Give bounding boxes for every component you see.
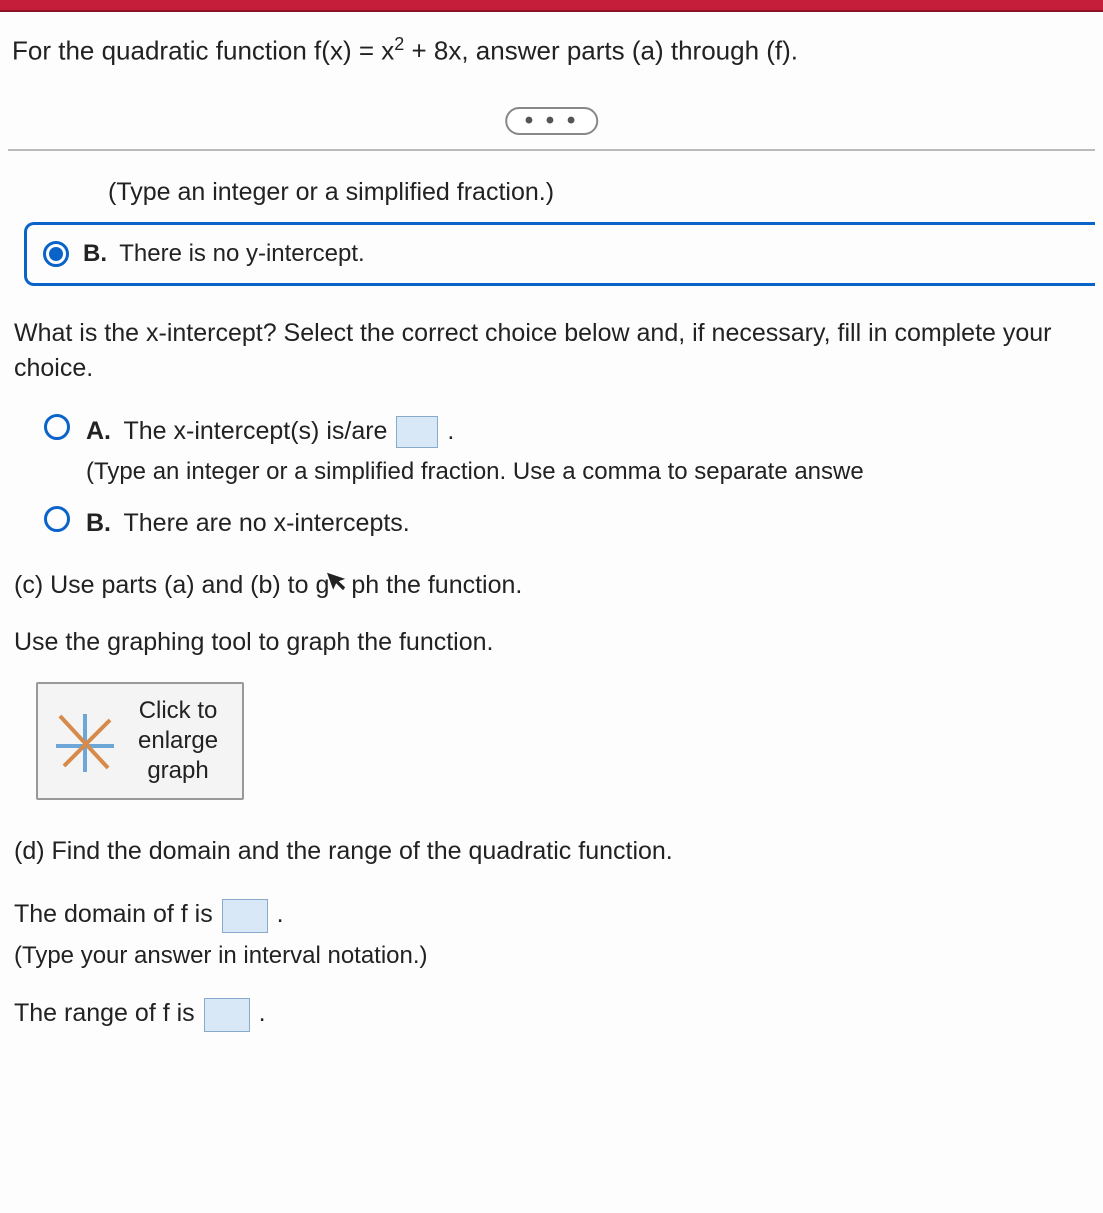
choice-b-text: There is no y-intercept. [119, 240, 364, 267]
graph-btn-line3: graph [138, 756, 218, 786]
question-stem: For the quadratic function f(x) = x2 + 8… [8, 32, 1095, 69]
xint-b-label: B. [86, 509, 111, 537]
range-input[interactable] [204, 998, 250, 1032]
x-intercept-question: What is the x-intercept? Select the corr… [8, 316, 1095, 386]
xint-b-text: There are no x-intercepts. [124, 509, 410, 537]
range-before: The range of f is [14, 999, 202, 1027]
stem-exponent: 2 [394, 34, 404, 54]
interval-hint: (Type your answer in interval notation.) [8, 939, 1095, 973]
graph-instruction: Use the graphing tool to graph the funct… [8, 625, 1095, 660]
xint-choice-b-body: B. There are no x-intercepts. [86, 506, 1095, 541]
question-content: For the quadratic function f(x) = x2 + 8… [0, 12, 1103, 1040]
choice-b-label: B. [83, 240, 107, 267]
xint-a-input[interactable] [396, 416, 438, 448]
xint-choice-a-body: A. The x-intercept(s) is/are . (Type an … [86, 414, 1095, 489]
xint-a-hint: (Type an integer or a simplified fractio… [86, 455, 1095, 489]
range-after: . [259, 999, 266, 1027]
domain-before: The domain of f is [14, 900, 220, 928]
domain-after: . [277, 900, 284, 928]
xint-choice-b[interactable]: B. There are no x-intercepts. [8, 506, 1095, 541]
stem-text-suffix: + 8x, answer parts (a) through (f). [404, 36, 798, 66]
radio-selected-icon[interactable] [43, 241, 69, 267]
show-more-button[interactable]: • • • [505, 107, 599, 135]
radio-empty-icon[interactable] [44, 414, 70, 440]
enlarge-graph-button[interactable]: Click to enlarge graph [36, 682, 244, 800]
xint-choice-a[interactable]: A. The x-intercept(s) is/are . (Type an … [8, 414, 1095, 489]
part-d-text: (d) Find the domain and the range of the… [8, 834, 1095, 869]
domain-row: The domain of f is . [8, 897, 1095, 932]
choice-b-row: B. There is no y-intercept. [83, 237, 365, 271]
type-hint-top: (Type an integer or a simplified fractio… [8, 175, 1095, 210]
show-more-row: • • • [8, 107, 1095, 139]
choice-b-yintercept-selected[interactable]: B. There is no y-intercept. [24, 222, 1095, 286]
part-c-text: (c) Use parts (a) and (b) to g ph the fun… [8, 567, 1095, 603]
top-red-bar [0, 0, 1103, 12]
range-row: The range of f is . [8, 996, 1095, 1031]
xint-a-text-before: The x-intercept(s) is/are [124, 417, 395, 445]
graph-btn-line1: Click to [138, 696, 218, 726]
enlarge-graph-label: Click to enlarge graph [138, 696, 218, 786]
stem-text-prefix: For the quadratic function f(x) = x [12, 36, 394, 66]
divider [8, 149, 1095, 151]
part-c-before: (c) Use parts (a) and (b) to g [14, 571, 329, 599]
part-c-after: ph the function. [351, 571, 522, 599]
graph-btn-line2: enlarge [138, 726, 218, 756]
radio-empty-icon[interactable] [44, 506, 70, 532]
xint-a-label: A. [86, 417, 111, 445]
xint-a-text-after: . [447, 417, 454, 445]
domain-input[interactable] [222, 899, 268, 933]
graph-thumbnail-icon [50, 706, 120, 776]
